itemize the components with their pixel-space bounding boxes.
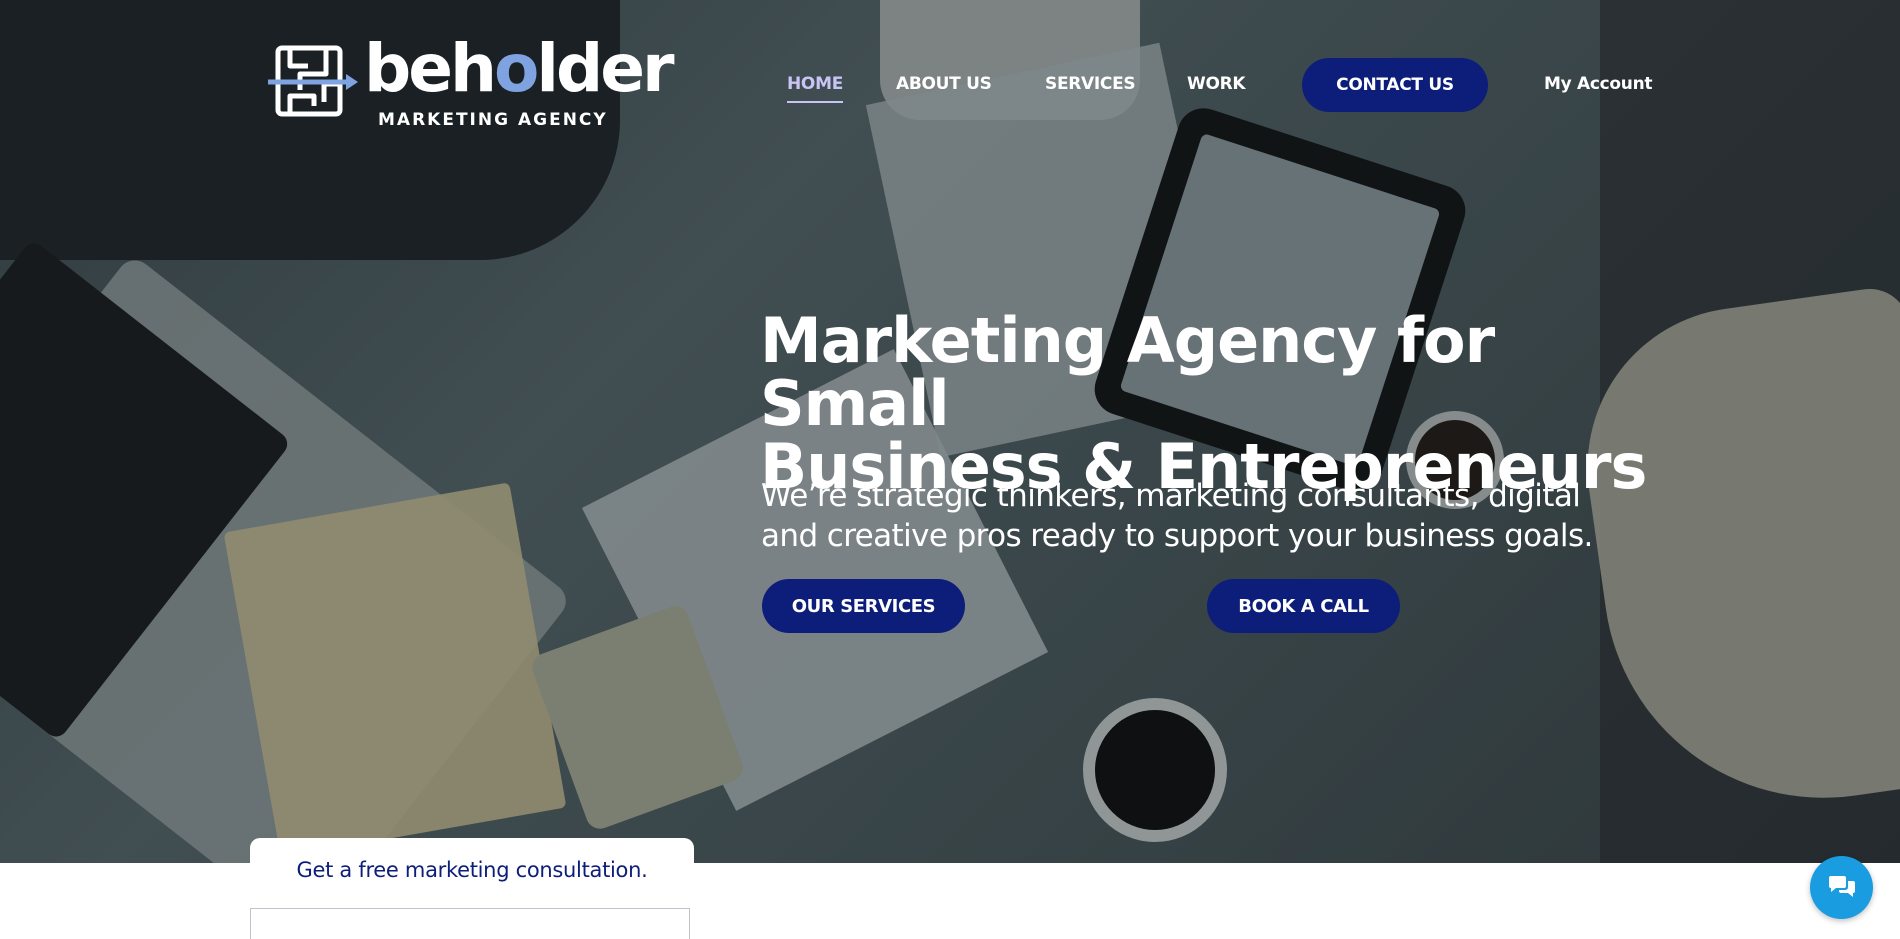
nav-about-us[interactable]: ABOUT US — [896, 74, 992, 94]
book-a-call-button[interactable]: BOOK A CALL — [1207, 579, 1400, 633]
hero-section: beholder MARKETING AGENCY HOME ABOUT US … — [0, 0, 1900, 863]
consultation-form-card: Get a free marketing consultation. — [250, 838, 694, 939]
main-navigation: HOME ABOUT US SERVICES WORK CONTACT US M… — [0, 58, 1900, 114]
hero-subhead-line1: We’re strategic thinkers, marketing cons… — [761, 478, 1581, 514]
hero-subheadline: We’re strategic thinkers, marketing cons… — [761, 476, 1631, 556]
nav-services[interactable]: SERVICES — [1045, 74, 1136, 94]
our-services-button[interactable]: OUR SERVICES — [762, 579, 965, 633]
contact-us-button[interactable]: CONTACT US — [1302, 58, 1488, 112]
nav-work[interactable]: WORK — [1187, 74, 1246, 94]
my-account-link[interactable]: My Account — [1544, 74, 1653, 94]
chat-widget-button[interactable] — [1810, 856, 1873, 919]
hero-headline-line1: Marketing Agency for Small — [760, 304, 1495, 440]
hero-subhead-line2: and creative pros ready to support your … — [761, 518, 1593, 554]
chat-bubbles-icon — [1828, 875, 1855, 897]
nav-home[interactable]: HOME — [787, 74, 843, 103]
consultation-input-field[interactable] — [250, 908, 690, 939]
consultation-title: Get a free marketing consultation. — [296, 858, 648, 882]
hero-headline: Marketing Agency for Small Business & En… — [760, 309, 1660, 498]
